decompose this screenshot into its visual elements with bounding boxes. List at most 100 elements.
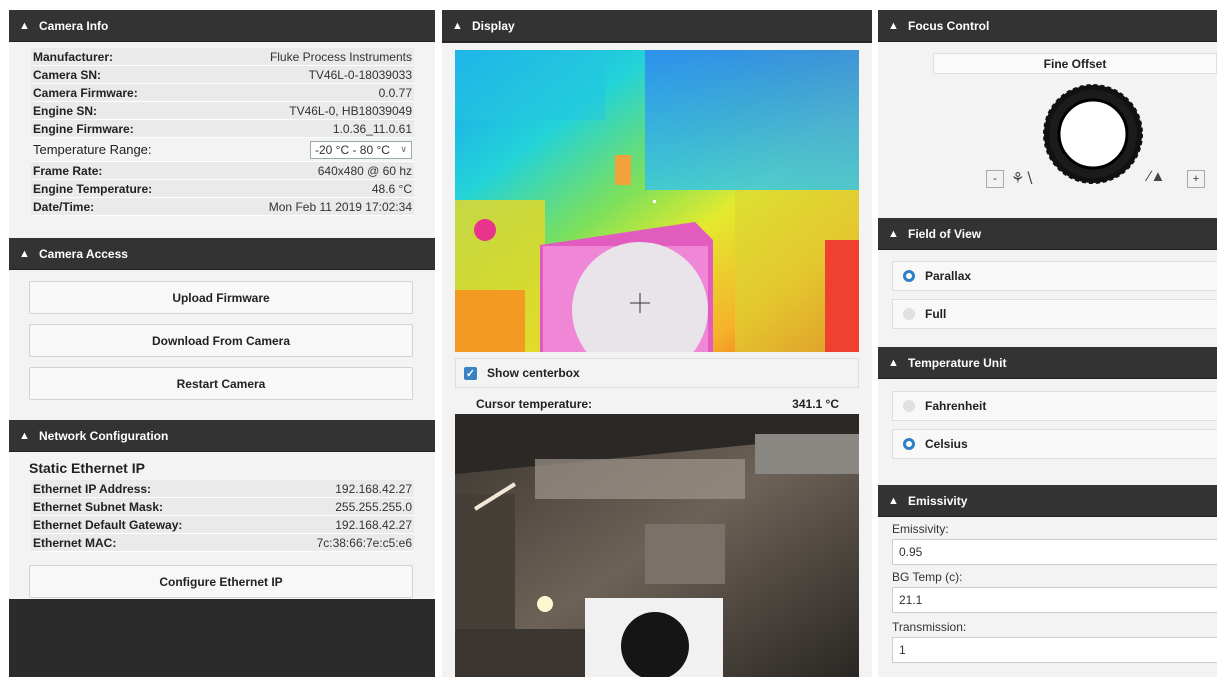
info-label: Frame Rate:	[33, 163, 103, 178]
unit-option-fahrenheit[interactable]: Fahrenheit	[892, 391, 1217, 421]
info-row: Date/Time: Mon Feb 11 2019 17:02:34	[31, 198, 414, 216]
temperature-unit-panel: Fahrenheit Celsius	[878, 379, 1217, 475]
info-value: Fluke Process Instruments	[269, 49, 412, 64]
focus-minus-button[interactable]: -	[986, 170, 1004, 188]
fine-offset-label: Fine Offset	[933, 53, 1217, 74]
temperature-range-label: Temperature Range:	[33, 142, 152, 157]
info-label: Camera Firmware:	[33, 85, 138, 100]
download-from-camera-button[interactable]: Download From Camera	[29, 324, 413, 357]
static-ethernet-title: Static Ethernet IP	[29, 460, 145, 476]
info-row: Ethernet MAC: 7c:38:66:7e:c5:e6	[31, 534, 414, 552]
bg-temp-input[interactable]: 21.1	[892, 587, 1217, 613]
cursor-temperature-value: 341.1 °C	[792, 397, 839, 411]
info-value: 640x480 @ 60 hz	[317, 163, 412, 178]
info-label: Engine Firmware:	[33, 121, 134, 136]
chevron-up-icon: ▲	[888, 19, 899, 32]
radio-unselected-icon[interactable]	[903, 400, 915, 412]
cursor-temperature-row: Cursor temperature: 341.1 °C	[455, 394, 859, 414]
temperature-range-select[interactable]: -20 °C - 80 °C ∨	[310, 140, 412, 159]
chevron-down-icon: ∨	[400, 144, 407, 154]
display-title: Display	[472, 18, 515, 33]
emissivity-label: Emissivity:	[892, 522, 949, 536]
network-config-header[interactable]: ▲ Network Configuration	[9, 420, 435, 452]
fov-option-parallax[interactable]: Parallax	[892, 261, 1217, 291]
temperature-range-value: -20 °C - 80 °C	[315, 142, 390, 157]
info-label: Engine SN:	[33, 103, 98, 118]
temperature-unit-title: Temperature Unit	[908, 355, 1007, 370]
info-row: Engine SN: TV46L-0, HB18039049	[31, 102, 414, 120]
info-value: TV46L-0-18039033	[308, 67, 412, 82]
chevron-up-icon: ▲	[19, 19, 30, 32]
thermal-image-canvas	[455, 50, 859, 352]
info-row: Engine Temperature: 48.6 °C	[31, 180, 414, 198]
fov-option-full[interactable]: Full	[892, 299, 1217, 329]
chevron-up-icon: ▲	[888, 356, 899, 369]
visible-image-canvas	[455, 414, 859, 677]
field-of-view-header[interactable]: ▲ Field of View	[878, 218, 1217, 250]
fov-option-label: Parallax	[925, 269, 972, 283]
cursor-temperature-label: Cursor temperature:	[476, 397, 593, 411]
focus-ring-icon[interactable]	[1041, 82, 1145, 186]
chevron-up-icon: ▲	[452, 19, 463, 32]
focus-control-title: Focus Control	[908, 18, 990, 33]
info-label: Ethernet MAC:	[33, 535, 117, 550]
unit-option-celsius[interactable]: Celsius	[892, 429, 1217, 459]
chevron-up-icon: ▲	[19, 429, 30, 442]
thermal-image[interactable]	[455, 50, 859, 352]
unit-option-label: Fahrenheit	[925, 399, 987, 413]
field-of-view-panel: Parallax Full	[878, 250, 1217, 337]
chevron-up-icon: ▲	[888, 494, 899, 507]
info-row: Manufacturer: Fluke Process Instruments	[31, 48, 414, 66]
show-centerbox-label: Show centerbox	[487, 366, 580, 380]
transmission-label: Transmission:	[892, 620, 967, 634]
info-value: 0.0.77	[378, 85, 412, 100]
info-label: Camera SN:	[33, 67, 102, 82]
focus-plus-button[interactable]: +	[1187, 170, 1205, 188]
camera-info-header[interactable]: ▲ Camera Info	[9, 10, 435, 42]
info-value: TV46L-0, HB18039049	[289, 103, 412, 118]
camera-access-title: Camera Access	[39, 246, 128, 261]
info-row: Camera SN: TV46L-0-18039033	[31, 66, 414, 84]
right-column: ▲ Focus Control Fine Offset - ⚘∖ ∕▲ + ▲ …	[878, 10, 1217, 677]
info-value: 1.0.36_11.0.61	[332, 121, 412, 136]
field-of-view-title: Field of View	[908, 226, 982, 241]
radio-unselected-icon[interactable]	[903, 308, 915, 320]
info-row: Frame Rate: 640x480 @ 60 hz	[31, 162, 414, 180]
left-column: ▲ Camera Info Manufacturer: Fluke Process…	[9, 10, 435, 677]
checkbox-icon[interactable]: ✓	[464, 366, 477, 380]
info-row: Engine Firmware: 1.0.36_11.0.61	[31, 120, 414, 138]
info-label: Ethernet Subnet Mask:	[33, 499, 164, 514]
radio-selected-icon[interactable]	[903, 270, 915, 282]
middle-column: ▲ Display ✓ Show centerbox Cursor temper…	[442, 10, 872, 677]
bg-temp-label: BG Temp (c):	[892, 570, 963, 584]
info-value: 192.168.42.27	[335, 481, 412, 496]
network-config-panel: Static Ethernet IP Ethernet IP Address: 1…	[9, 452, 435, 599]
emissivity-title: Emissivity	[908, 493, 968, 508]
info-value: 7c:38:66:7e:c5:e6	[316, 535, 412, 550]
configure-ethernet-button[interactable]: Configure Ethernet IP	[29, 565, 413, 598]
camera-access-header[interactable]: ▲ Camera Access	[9, 238, 435, 270]
unit-option-label: Celsius	[925, 437, 968, 451]
emissivity-header[interactable]: ▲ Emissivity	[878, 485, 1217, 517]
camera-info-title: Camera Info	[39, 18, 109, 33]
flower-icon: ⚘∖	[1011, 170, 1034, 187]
info-label: Ethernet Default Gateway:	[33, 517, 183, 532]
emissivity-input[interactable]: 0.95	[892, 539, 1217, 565]
show-centerbox-row[interactable]: ✓ Show centerbox	[455, 358, 859, 388]
radio-selected-icon[interactable]	[903, 438, 915, 450]
temperature-range-row: Temperature Range: -20 °C - 80 °C ∨	[31, 138, 414, 162]
info-value: 48.6 °C	[371, 181, 412, 196]
info-label: Ethernet IP Address:	[33, 481, 152, 496]
chevron-up-icon: ▲	[888, 227, 899, 240]
focus-control-header[interactable]: ▲ Focus Control	[878, 10, 1217, 42]
restart-camera-button[interactable]: Restart Camera	[29, 367, 413, 400]
info-row: Ethernet Default Gateway: 192.168.42.27	[31, 516, 414, 534]
temperature-unit-header[interactable]: ▲ Temperature Unit	[878, 347, 1217, 379]
focus-control-panel: Fine Offset - ⚘∖ ∕▲ +	[878, 42, 1217, 218]
info-value: 192.168.42.27	[335, 517, 412, 532]
upload-firmware-button[interactable]: Upload Firmware	[29, 281, 413, 314]
display-header[interactable]: ▲ Display	[442, 10, 872, 42]
info-row: Ethernet IP Address: 192.168.42.27	[31, 480, 414, 498]
fov-option-label: Full	[925, 307, 947, 321]
transmission-input[interactable]: 1	[892, 637, 1217, 663]
